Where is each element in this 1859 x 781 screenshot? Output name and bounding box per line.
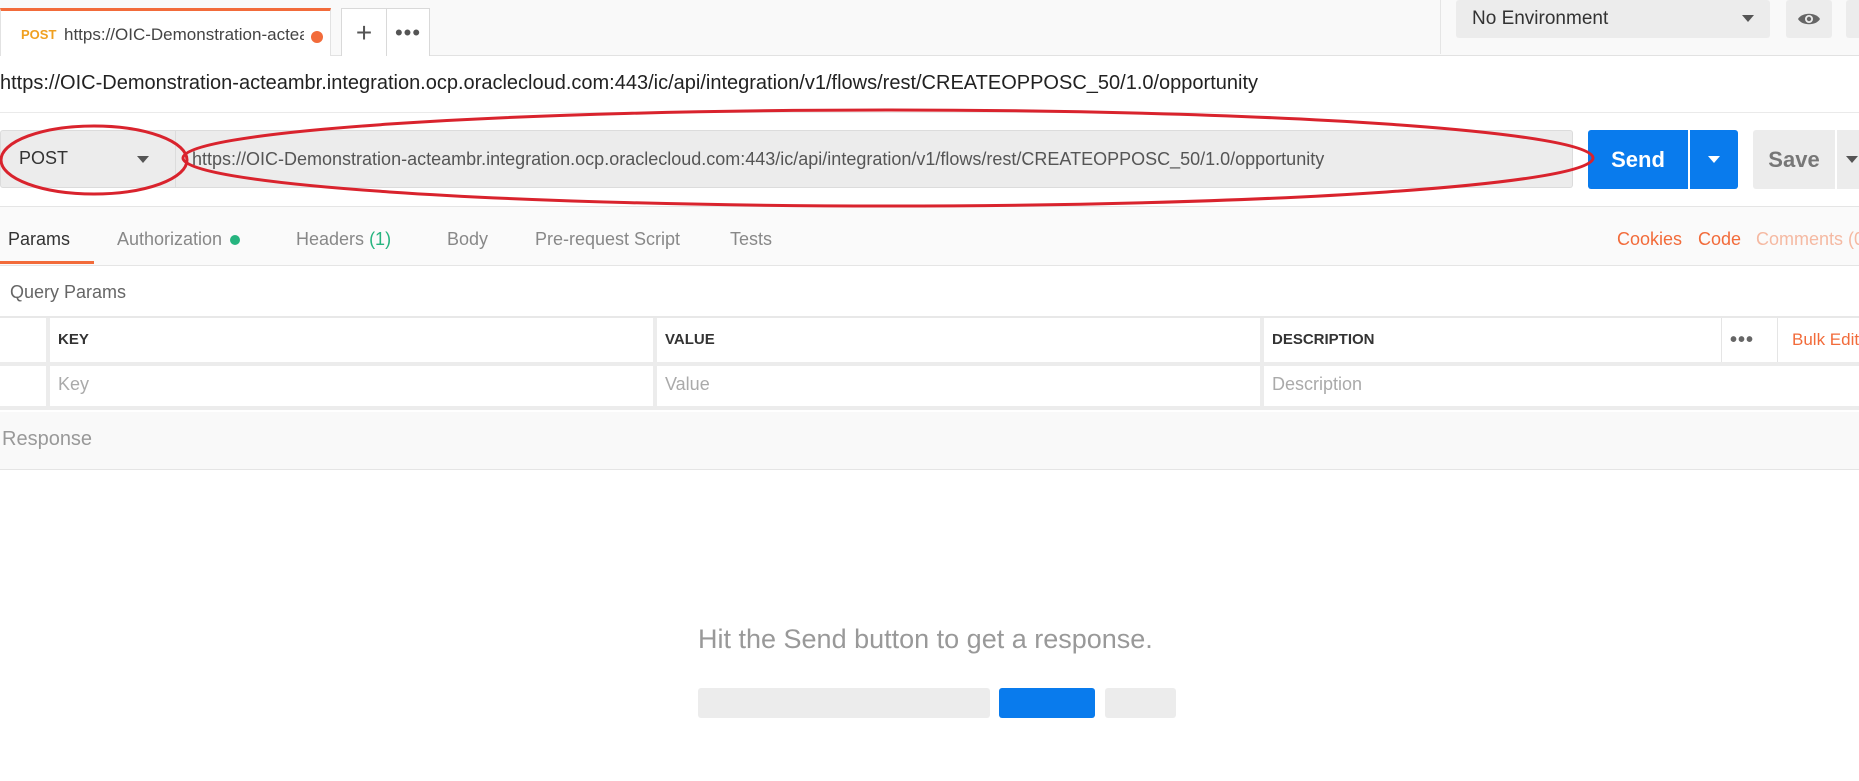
comments-link[interactable]: Comments (0) (1756, 229, 1859, 250)
unsaved-dot-icon (311, 31, 323, 43)
tab-params[interactable]: Params (8, 229, 70, 250)
send-button[interactable]: Send (1588, 130, 1688, 189)
url-input[interactable]: https://OIC-Demonstration-acteambr.integ… (176, 130, 1573, 188)
row-checkbox[interactable] (0, 362, 50, 406)
table-header-row: KEY VALUE DESCRIPTION ••• Bulk Edit (0, 316, 1859, 366)
response-empty-hint: Hit the Send button to get a response. (698, 624, 1153, 654)
send-options-button[interactable] (1690, 130, 1738, 189)
request-tab-title: https://OIC-Demonstration-acteambr.integ… (64, 25, 304, 44)
key-input[interactable]: Key (50, 362, 657, 406)
response-title: Response (2, 428, 93, 450)
tab-tests[interactable]: Tests (730, 229, 772, 250)
environment-select[interactable]: No Environment (1456, 0, 1770, 38)
query-params-table: KEY VALUE DESCRIPTION ••• Bulk Edit Key … (0, 316, 1859, 410)
tab-pre-request-script[interactable]: Pre-request Script (535, 229, 680, 250)
code-link[interactable]: Code (1698, 229, 1741, 250)
chevron-down-icon (137, 156, 149, 163)
save-button[interactable]: Save (1753, 130, 1835, 189)
tab-headers-label: Headers (296, 229, 365, 249)
eye-icon (1798, 13, 1820, 25)
divider (0, 112, 1859, 113)
request-tab-method: POST (21, 27, 57, 42)
checkbox-column-header (0, 318, 50, 362)
tab-authorization-label: Authorization (117, 229, 223, 249)
environment-quick-look-button[interactable] (1786, 0, 1832, 38)
status-dot-icon (230, 235, 241, 246)
description-column-header: DESCRIPTION (1264, 318, 1722, 362)
value-input[interactable]: Value (657, 362, 1264, 406)
bulk-edit-link[interactable]: Bulk Edit (1778, 318, 1859, 362)
environment-select-value: No Environment (1472, 8, 1609, 29)
tab-headers[interactable]: Headers (1) (296, 229, 391, 250)
request-name[interactable]: https://OIC-Demonstration-acteambr.integ… (0, 72, 1258, 95)
save-options-button[interactable] (1837, 130, 1859, 189)
tab-options-more-icon[interactable]: ••• (386, 9, 430, 56)
table-row: Key Value Description (0, 362, 1859, 410)
query-params-title: Query Params (10, 282, 127, 302)
placeholder-bar (1105, 688, 1176, 718)
method-select-value: POST (19, 148, 69, 168)
divider (1440, 0, 1441, 54)
tab-actions: + ••• (341, 8, 430, 56)
value-column-header: VALUE (657, 318, 1264, 362)
column-options-more-icon[interactable]: ••• (1722, 318, 1778, 362)
manage-environments-button[interactable] (1846, 0, 1859, 38)
method-select[interactable]: POST (0, 130, 176, 188)
tab-authorization[interactable]: Authorization (117, 229, 241, 250)
new-tab-plus-icon[interactable]: + (342, 9, 387, 56)
active-tab-indicator (0, 261, 94, 264)
placeholder-bar (698, 688, 990, 718)
headers-count-badge: (1) (369, 229, 392, 249)
cookies-link[interactable]: Cookies (1617, 229, 1682, 250)
chevron-down-icon (1846, 156, 1858, 163)
description-input[interactable]: Description (1264, 362, 1859, 406)
key-column-header: KEY (50, 318, 657, 362)
placeholder-bar (999, 688, 1095, 718)
chevron-down-icon (1742, 15, 1754, 22)
response-header (0, 412, 1859, 470)
tab-body[interactable]: Body (447, 229, 488, 250)
chevron-down-icon (1708, 156, 1720, 163)
request-tab[interactable]: POST https://OIC-Demonstration-acteambr.… (0, 8, 331, 56)
request-tabs: Params Authorization Headers (1) Body Pr… (0, 206, 1859, 266)
